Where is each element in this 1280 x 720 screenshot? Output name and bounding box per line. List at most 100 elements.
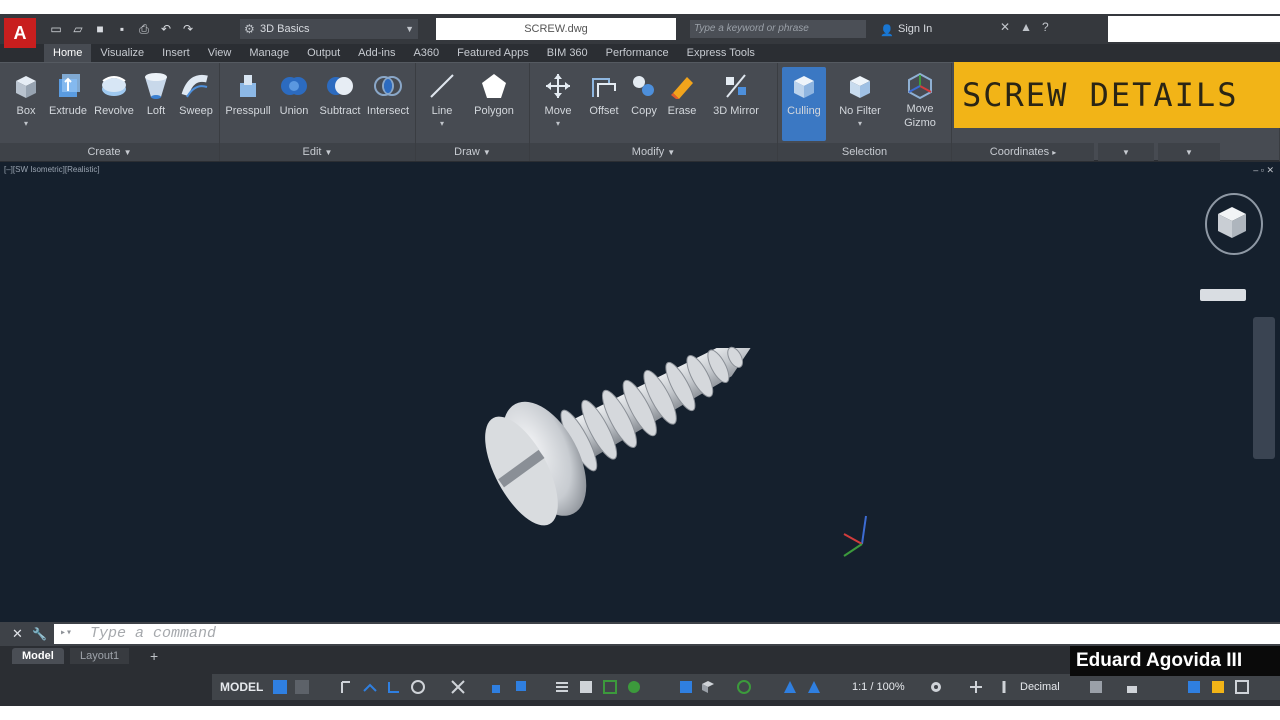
command-prompt-icon[interactable]: ▸▾ — [60, 624, 72, 644]
isolate-objects-icon[interactable] — [1186, 679, 1202, 695]
tab-layout1[interactable]: Layout1 — [70, 648, 130, 664]
overflow-panel-dropdown[interactable]: ▼ — [1098, 143, 1154, 161]
polygon-icon — [482, 74, 506, 98]
viewport-controls-label[interactable]: [–][SW Isometric][Realistic] — [4, 165, 100, 174]
tab-performance[interactable]: Performance — [597, 44, 678, 62]
dynamic-input-icon[interactable] — [362, 679, 378, 695]
sweep-button[interactable]: Sweep — [170, 67, 222, 117]
plus-icon[interactable] — [968, 679, 984, 695]
tab-add-ins[interactable]: Add-ins — [349, 44, 404, 62]
selection-filter-icon[interactable] — [700, 679, 716, 695]
revolve-icon — [102, 76, 126, 96]
selection-cycling-icon[interactable] — [602, 679, 618, 695]
viewport-window-controls[interactable]: – ▫ ✕ — [1253, 165, 1274, 176]
tab-home[interactable]: Home — [44, 44, 92, 62]
extrude-button[interactable]: Extrude — [42, 67, 94, 117]
lineweight-icon[interactable] — [554, 679, 570, 695]
drawing-viewport[interactable]: [–][SW Isometric][Realistic] – ▫ ✕ — [0, 162, 1280, 622]
infer-constraints-icon[interactable] — [338, 679, 354, 695]
polar-tracking-icon[interactable] — [410, 679, 426, 695]
selection-panel: Culling No Filter ▾ Move Gizmo Selection — [778, 63, 952, 161]
presspull-button[interactable]: Presspull — [222, 67, 274, 117]
workspace-label: 3D Basics — [260, 23, 310, 35]
quick-properties-icon[interactable] — [996, 679, 1012, 695]
exchange-icon[interactable]: ✕ — [1000, 20, 1010, 34]
object-snap-icon[interactable] — [512, 679, 528, 695]
object-snap-tracking-icon[interactable] — [490, 679, 506, 695]
search-input[interactable]: Type a keyword or phrase — [690, 20, 866, 38]
redo-icon[interactable]: ↷ — [180, 22, 196, 36]
intersect-button[interactable]: Intersect — [362, 67, 414, 117]
annotation-visibility-icon[interactable] — [782, 679, 798, 695]
open-file-icon[interactable]: ▱ — [70, 22, 86, 36]
undo-icon[interactable]: ↶ — [158, 22, 174, 36]
application-menu-button[interactable]: A — [4, 18, 36, 48]
help-icon[interactable]: ? — [1042, 20, 1049, 34]
tab-insert[interactable]: Insert — [153, 44, 199, 62]
create-panel-title[interactable]: Create ▼ — [0, 143, 219, 161]
annotation-scale[interactable]: 1:1 / 100% — [852, 678, 905, 696]
graphics-performance-icon[interactable] — [1210, 679, 1226, 695]
workspace-switcher[interactable]: ⚙ 3D Basics ▼ — [240, 19, 418, 39]
move-button[interactable]: Move ▾ — [532, 67, 584, 128]
isometric-drafting-icon[interactable] — [450, 679, 466, 695]
edit-title-label: Edit — [302, 146, 322, 158]
tab-visualize[interactable]: Visualize — [91, 44, 153, 62]
ortho-icon[interactable] — [386, 679, 402, 695]
units-selector[interactable]: Decimal — [1020, 678, 1060, 696]
navigation-bar[interactable] — [1253, 317, 1275, 459]
dynamic-ucs-icon[interactable] — [678, 679, 694, 695]
autodesk-a360-icon[interactable]: ▲ — [1020, 20, 1032, 34]
gear-icon[interactable] — [928, 679, 944, 695]
3d-mirror-button[interactable]: 3D Mirror — [710, 67, 762, 117]
selection-panel-title[interactable]: Selection — [778, 143, 951, 161]
modify-panel: Move ▾ Offset Copy Erase 3D Mirror Modif… — [530, 63, 778, 161]
sweep-icon — [181, 74, 208, 98]
polygon-button[interactable]: Polygon — [468, 67, 520, 117]
tab-a360[interactable]: A360 — [404, 44, 448, 62]
erase-button[interactable]: Erase — [656, 67, 708, 117]
snap-icon[interactable] — [294, 679, 310, 695]
tab-view[interactable]: View — [199, 44, 241, 62]
tab-output[interactable]: Output — [298, 44, 349, 62]
wrench-icon[interactable]: 🔧 — [32, 627, 47, 641]
gizmo-status-icon[interactable] — [736, 679, 752, 695]
draw-panel-title[interactable]: Draw ▼ — [416, 143, 529, 161]
subtract-button[interactable]: Subtract — [314, 67, 366, 117]
chevron-down-icon: ▾ — [857, 119, 862, 128]
viewcube[interactable] — [1196, 180, 1266, 270]
add-layout-button[interactable]: + — [140, 648, 168, 664]
sign-in-button[interactable]: 👤 Sign In — [876, 20, 992, 38]
screw-3d-model[interactable] — [440, 292, 800, 552]
modify-panel-title[interactable]: Modify ▼ — [530, 143, 777, 161]
no-filter-button[interactable]: No Filter ▾ — [834, 67, 886, 128]
save-as-icon[interactable]: ▪ — [114, 22, 130, 36]
edit-panel-title[interactable]: Edit ▼ — [220, 143, 415, 161]
transparency-icon[interactable] — [578, 679, 594, 695]
tab-manage[interactable]: Manage — [240, 44, 298, 62]
model-space-button[interactable]: MODEL — [216, 678, 267, 696]
tab-bim-360[interactable]: BIM 360 — [538, 44, 597, 62]
print-icon[interactable]: ⎙ — [136, 22, 152, 36]
line-button[interactable]: Line ▾ — [416, 67, 468, 128]
coordinates-panel-title[interactable]: Coordinates ▸ — [952, 143, 1094, 161]
close-icon[interactable]: ✕ — [12, 627, 23, 641]
command-input[interactable]: ▸▾ Type a command — [54, 624, 1280, 644]
grid-icon[interactable] — [272, 679, 288, 695]
overflow-panel-dropdown-2[interactable]: ▼ — [1158, 143, 1220, 161]
union-button[interactable]: Union — [268, 67, 320, 117]
tab-model[interactable]: Model — [12, 648, 64, 664]
clean-screen-icon[interactable] — [1234, 679, 1250, 695]
wcs-menu-button[interactable] — [1200, 289, 1246, 301]
new-file-icon[interactable]: ▭ — [48, 22, 64, 36]
culling-button[interactable]: Culling — [782, 67, 826, 141]
3d-osnap-icon[interactable] — [626, 679, 642, 695]
move-gizmo-button[interactable]: Move Gizmo — [894, 67, 946, 129]
lock-ui-icon[interactable] — [1124, 679, 1140, 695]
tab-express-tools[interactable]: Express Tools — [678, 44, 764, 62]
quick-properties-toggle-icon[interactable] — [1088, 679, 1104, 695]
autocad-window: A ▭ ▱ ■ ▪ ⎙ ↶ ↷ ⚙ 3D Basics ▼ SCREW.dwg … — [0, 0, 1280, 720]
auto-scale-icon[interactable] — [806, 679, 822, 695]
save-icon[interactable]: ■ — [92, 22, 108, 36]
tab-featured-apps[interactable]: Featured Apps — [448, 44, 538, 62]
